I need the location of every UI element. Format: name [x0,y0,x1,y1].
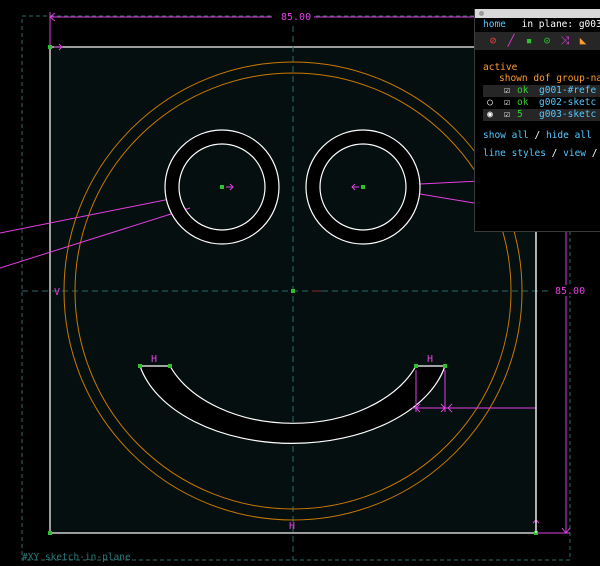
corner-point-bottom-left[interactable] [48,531,52,535]
group-list: active shown dof group-name ☑ ok g001-#r… [475,50,600,159]
right-dimension-value: 85.00 [555,286,585,297]
window-close-icon[interactable] [479,11,484,16]
group-list-header: shown dof group-name [499,73,600,84]
group-name-link[interactable]: g003-sketc [539,109,596,121]
normal-icon[interactable]: ⤨ [559,35,571,47]
text-window[interactable]: home in plane: g003-s ⊘ ╱ ▪ ⊙ ⤨ ◣ active… [474,9,600,232]
top-dimension-value: 85.00 [281,12,311,23]
left-eye-center-point[interactable] [220,185,224,189]
dof-value: ok [517,97,529,108]
dof-value: ok [517,85,529,96]
origin-point[interactable] [291,289,295,293]
mouth-point-3[interactable] [414,364,418,368]
active-radio[interactable]: ○ [483,97,497,109]
active-label: active [483,62,518,73]
active-radio[interactable]: ◉ [483,109,497,121]
mouth-point-1[interactable] [138,364,142,368]
in-plane-label: in plane: g003-s [521,19,600,30]
style-links: line styles / view / c [483,148,598,159]
right-eye-center-point[interactable] [361,185,365,189]
group-row[interactable]: ◉ ☑ 5 g003-sketc [483,109,600,121]
corner-point-top-left[interactable] [48,45,52,49]
show-all-link[interactable]: show all [483,130,529,141]
workplane-status: #XY sketch-in-plane [22,552,131,563]
shown-checkbox[interactable]: ☑ [497,85,517,97]
workplane-icon[interactable]: ◣ [577,35,589,47]
group-name-link[interactable]: g001-#refe [539,85,596,97]
view-link[interactable]: view [563,148,586,159]
shown-checkbox[interactable]: ☑ [497,97,517,109]
shown-checkbox[interactable]: ☑ [497,109,517,121]
home-link[interactable]: home [483,19,506,30]
hide-icon[interactable]: ⊘ [487,35,499,47]
text-window-toolbar: ⊘ ╱ ▪ ⊙ ⤨ ◣ [475,32,600,50]
vertical-constraint: V [54,287,60,298]
horizontal-constraint-bottom: H [289,521,295,532]
hide-all-link[interactable]: hide all [546,130,592,141]
group-name-link[interactable]: g002-sketc [539,97,596,109]
group-row[interactable]: ☑ ok g001-#refe [483,85,600,97]
visibility-links: show all / hide all [483,130,592,141]
horizontal-constraint-right: H [427,354,433,365]
origin-icon[interactable]: ⊙ [541,35,553,47]
point-icon[interactable]: ▪ [523,35,535,47]
text-window-titlebar[interactable] [475,9,600,18]
dof-value: 5 [517,109,523,120]
text-window-nav: home in plane: g003-s [475,18,600,32]
construction-icon[interactable]: ╱ [505,35,517,47]
group-row[interactable]: ○ ☑ ok g002-sketc [483,97,600,109]
horizontal-constraint-left: H [151,354,157,365]
mouth-point-4[interactable] [443,364,447,368]
line-styles-link[interactable]: line styles [483,148,546,159]
mouth-point-2[interactable] [168,364,172,368]
